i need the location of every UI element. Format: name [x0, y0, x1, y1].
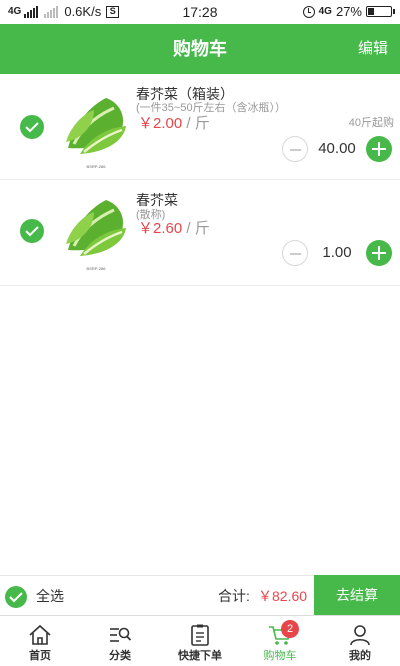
- quick-order-icon: [191, 624, 209, 646]
- product-image-caption: BSRP-286: [87, 164, 107, 169]
- price-value: ￥2.00: [138, 115, 183, 132]
- edit-button[interactable]: 编辑: [358, 24, 388, 74]
- product-image-caption: BSRP-286: [87, 266, 107, 271]
- item-price: ￥2.00 / 斤: [138, 112, 210, 133]
- tab-label: 快捷下单: [178, 650, 222, 662]
- network-type-2: 4G: [318, 6, 332, 17]
- user-icon: [350, 625, 370, 646]
- cart-item: BSRP-286 春芥菜（箱装） (一件35~50斤左右（含冰瓶）） ￥2.00…: [0, 74, 400, 180]
- total-value: ￥82.60: [258, 588, 308, 604]
- increase-quantity-button[interactable]: [366, 136, 392, 162]
- product-image: BSRP-286: [66, 200, 126, 271]
- increase-quantity-button[interactable]: [366, 240, 392, 266]
- tab-label: 我的: [349, 650, 371, 662]
- page-title: 购物车: [173, 39, 227, 59]
- select-all-checkbox[interactable]: [5, 586, 27, 608]
- alarm-icon: [302, 5, 315, 18]
- item-checkbox[interactable]: [20, 115, 44, 139]
- check-icon: [25, 122, 39, 133]
- item-checkbox[interactable]: [20, 219, 44, 243]
- check-icon: [25, 226, 39, 237]
- product-image: BSRP-286: [66, 98, 126, 169]
- tab-category[interactable]: 分类: [80, 616, 160, 666]
- price-unit: / 斤: [182, 115, 210, 132]
- checkout-bar: 全选 合计: ￥82.60 去结算: [0, 575, 400, 616]
- home-icon: [29, 624, 51, 645]
- tab-label: 购物车: [263, 650, 297, 662]
- select-all-label[interactable]: 全选: [36, 576, 64, 616]
- tab-label: 首页: [29, 650, 51, 662]
- tab-cart[interactable]: 2 购物车: [240, 616, 320, 666]
- price-unit: / 斤: [182, 220, 210, 237]
- status-right: 4G 27%: [302, 4, 395, 19]
- decrease-quantity-button[interactable]: [282, 136, 308, 162]
- battery-percent: 27%: [335, 4, 362, 19]
- checkout-button[interactable]: 去结算: [314, 575, 400, 616]
- cart-item: BSRP-286 春芥菜 (散称) ￥2.60 / 斤 1.00: [0, 180, 400, 286]
- quantity-value[interactable]: 1.00: [314, 240, 360, 266]
- tab-bar: 首页 分类 快捷下单 2 购物车 我的: [0, 615, 400, 666]
- decrease-quantity-button[interactable]: [282, 240, 308, 266]
- price-value: ￥2.60: [138, 220, 183, 237]
- tab-home[interactable]: 首页: [0, 616, 80, 666]
- item-price: ￥2.60 / 斤: [138, 217, 210, 238]
- tab-quick-order[interactable]: 快捷下单: [160, 616, 240, 666]
- tab-me[interactable]: 我的: [320, 616, 400, 666]
- min-order-note: 40斤起购: [348, 117, 394, 129]
- tab-label: 分类: [109, 650, 131, 662]
- header: 购物车 编辑: [0, 24, 400, 74]
- quantity-value[interactable]: 40.00: [314, 136, 360, 162]
- cart-count-badge: 2: [281, 620, 299, 638]
- check-icon: [9, 592, 23, 603]
- status-bar: 4G 0.6K/s S 17:28 4G 27%: [0, 0, 400, 24]
- battery-icon: [366, 6, 395, 17]
- category-icon: [110, 627, 132, 642]
- total-label: 合计:: [218, 588, 250, 604]
